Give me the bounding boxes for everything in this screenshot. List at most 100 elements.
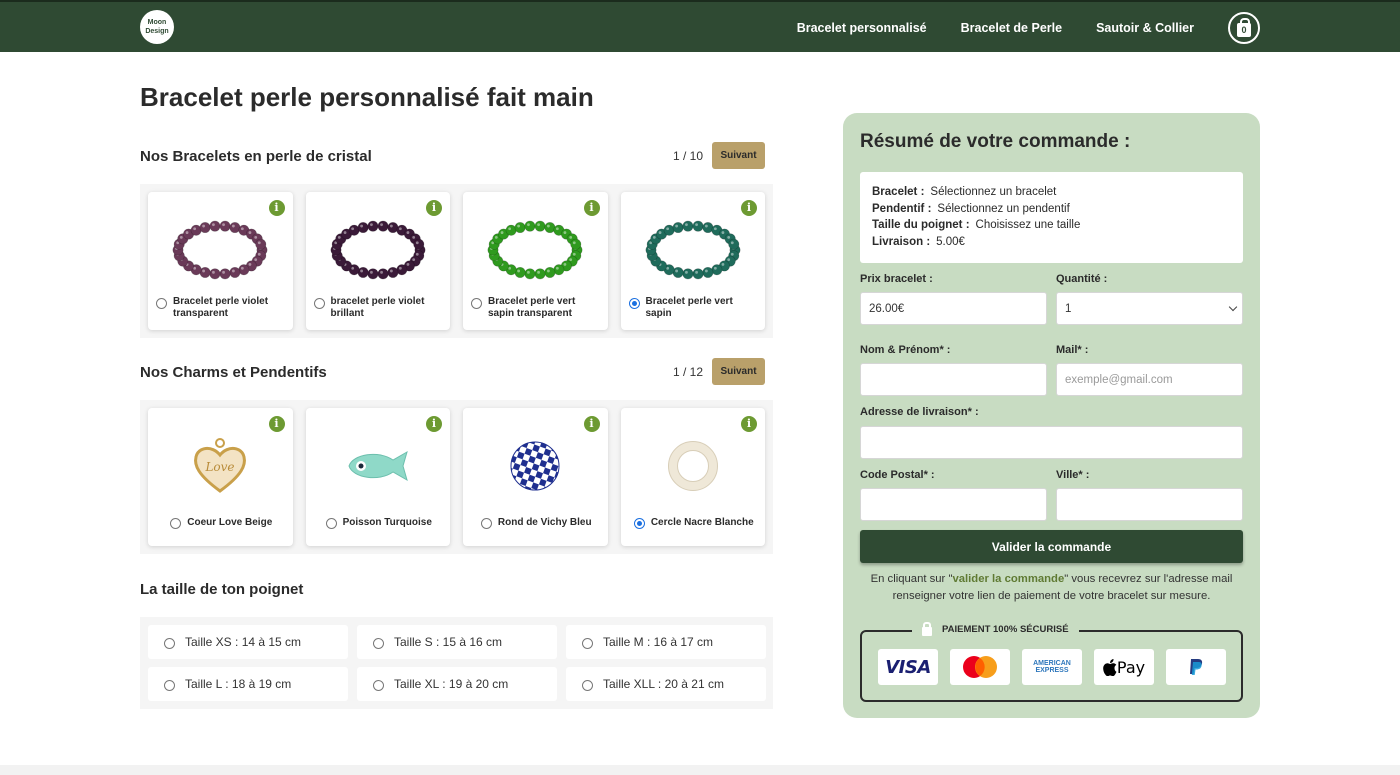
size-option-s[interactable]: Taille S : 15 à 16 cm bbox=[357, 625, 557, 659]
zip-input[interactable] bbox=[860, 488, 1047, 521]
charms-title: Nos Charms et Pendentifs bbox=[140, 364, 327, 381]
charm-option[interactable]: Rond de Vichy Bleu bbox=[471, 516, 602, 529]
amex-logo: AMERICAN EXPRESS bbox=[1022, 649, 1082, 685]
size-option-m[interactable]: Taille M : 16 à 17 cm bbox=[566, 625, 766, 659]
charm-option[interactable]: Poisson Turquoise bbox=[314, 516, 445, 529]
size-option-xl[interactable]: Taille XL : 19 à 20 cm bbox=[357, 667, 557, 701]
page-title: Bracelet perle personnalisé fait main bbox=[140, 82, 594, 112]
size-radio[interactable] bbox=[582, 637, 593, 649]
footer-strip bbox=[0, 765, 1400, 775]
bead-highlight bbox=[369, 270, 373, 274]
bead-highlight bbox=[537, 223, 541, 227]
bead-highlight bbox=[527, 270, 531, 274]
bracelet-card[interactable]: i Bracelet perle vert sapin transparent bbox=[463, 192, 608, 330]
bracelets-next-button[interactable]: Suivant bbox=[712, 142, 765, 169]
validate-order-button[interactable]: Valider la commande bbox=[860, 530, 1243, 563]
mail-input[interactable]: exemple@gmail.com bbox=[1056, 363, 1243, 396]
bracelet-option[interactable]: Bracelet perle vert sapin transparent bbox=[471, 296, 602, 319]
mail-label: Mail* : bbox=[1056, 344, 1089, 356]
bead-highlight bbox=[193, 227, 197, 231]
bracelet-option[interactable]: Bracelet perle vert sapin bbox=[628, 296, 760, 319]
bead-highlight bbox=[517, 224, 521, 228]
charms-grid: i Love Coeur Love Beige i Poisson Turquo… bbox=[140, 400, 773, 554]
size-radio[interactable] bbox=[164, 679, 175, 691]
charm-radio[interactable] bbox=[480, 518, 492, 529]
size-option-xll[interactable]: Taille XLL : 20 à 21 cm bbox=[566, 667, 766, 701]
bracelet-card[interactable]: i Bracelet perle violet transparent bbox=[148, 192, 293, 330]
bead-highlight bbox=[398, 266, 402, 270]
charms-pager: 1 / 12 bbox=[672, 365, 703, 379]
city-label: Ville* : bbox=[1056, 469, 1090, 481]
size-radio[interactable] bbox=[373, 637, 384, 649]
size-option-xs[interactable]: Taille XS : 14 à 15 cm bbox=[148, 625, 348, 659]
bead-highlight bbox=[350, 227, 354, 231]
bracelets-header: Nos Bracelets en perle de cristal 1 / 10… bbox=[140, 142, 765, 170]
bead-highlight bbox=[241, 227, 245, 231]
quantity-label: Quantité : bbox=[1056, 273, 1108, 285]
charm-radio[interactable] bbox=[325, 518, 337, 529]
bead-highlight bbox=[658, 231, 662, 234]
bracelet-label: bracelet perle violet brillant bbox=[330, 296, 425, 319]
size-radio[interactable] bbox=[164, 637, 175, 649]
bracelet-image bbox=[306, 210, 451, 290]
charm-card[interactable]: i Rond de Vichy Bleu bbox=[463, 408, 608, 546]
charm-radio[interactable] bbox=[170, 518, 182, 529]
address-label: Adresse de livraison* : bbox=[860, 406, 979, 418]
bead-highlight bbox=[573, 252, 576, 256]
apple-icon bbox=[1103, 658, 1117, 676]
name-input[interactable] bbox=[860, 363, 1047, 396]
bead bbox=[255, 238, 267, 250]
bracelet-radio[interactable] bbox=[156, 298, 167, 309]
charms-next-button[interactable]: Suivant bbox=[712, 358, 765, 385]
secure-payment-label: PAIEMENT 100% SÉCURISÉ bbox=[912, 622, 1079, 636]
charm-option[interactable]: Cercle Nacre Blanche bbox=[629, 516, 760, 529]
price-label: Prix bracelet : bbox=[860, 273, 933, 285]
charm-card[interactable]: i Cercle Nacre Blanche bbox=[620, 408, 766, 546]
bead-highlight bbox=[232, 269, 236, 273]
charm-radio[interactable] bbox=[633, 518, 645, 529]
cart-button[interactable]: 0 bbox=[1228, 12, 1260, 44]
charm-label: Coeur Love Beige bbox=[187, 516, 273, 528]
charm-option[interactable]: Coeur Love Beige bbox=[156, 516, 287, 529]
bead-highlight bbox=[517, 269, 521, 273]
bead-highlight bbox=[180, 235, 183, 239]
bracelet-option[interactable]: bracelet perle violet brillant bbox=[313, 296, 445, 319]
charm-card[interactable]: i Love Coeur Love Beige bbox=[148, 408, 293, 546]
bracelets-grid: i Bracelet perle violet transparent i br… bbox=[140, 184, 773, 338]
bead-highlight bbox=[406, 263, 410, 266]
bead bbox=[199, 222, 211, 234]
bracelet-radio[interactable] bbox=[628, 298, 640, 309]
bracelet-card[interactable]: i Bracelet perle vert sapin bbox=[620, 192, 765, 330]
size-option-l[interactable]: Taille L : 18 à 19 cm bbox=[148, 667, 348, 701]
quantity-select[interactable]: 1 bbox=[1056, 292, 1243, 325]
bead-highlight bbox=[222, 270, 226, 274]
bead-highlight bbox=[674, 224, 678, 228]
bracelet-option[interactable]: Bracelet perle violet transparent bbox=[156, 296, 287, 319]
charm-card[interactable]: i Poisson Turquoise bbox=[305, 408, 450, 546]
charm-engraving: Love bbox=[205, 460, 235, 474]
bead-highlight bbox=[556, 227, 560, 231]
bead-highlight bbox=[556, 266, 560, 270]
nav-bracelet-de-perle[interactable]: Bracelet de Perle bbox=[961, 21, 1062, 35]
bead bbox=[367, 268, 379, 280]
nav-bracelet-personnalise[interactable]: Bracelet personnalisé bbox=[797, 21, 927, 35]
city-input[interactable] bbox=[1056, 488, 1243, 521]
nav-sautoir-collier[interactable]: Sautoir & Collier bbox=[1096, 21, 1194, 35]
zip-label: Code Postal* : bbox=[860, 469, 935, 481]
site-logo[interactable]: Moon Design bbox=[140, 10, 174, 44]
bead-highlight bbox=[389, 269, 393, 273]
size-label: Taille XS : 14 à 15 cm bbox=[185, 635, 302, 649]
bracelet-radio[interactable] bbox=[313, 298, 325, 309]
size-radio[interactable] bbox=[582, 679, 593, 691]
bead-highlight bbox=[258, 241, 261, 245]
bracelet-radio[interactable] bbox=[471, 298, 482, 309]
charms-header: Nos Charms et Pendentifs 1 / 12 Suivant bbox=[140, 358, 765, 386]
address-input[interactable] bbox=[860, 426, 1243, 459]
size-radio[interactable] bbox=[373, 679, 384, 691]
bead bbox=[524, 268, 536, 280]
bracelet-card[interactable]: i bracelet perle violet brillant bbox=[305, 192, 451, 330]
summary-pendentif: Pendentif : Sélectionnez un pendentif bbox=[872, 202, 1070, 215]
shopping-bag-icon: 0 bbox=[1237, 18, 1251, 37]
charm-nacre-image bbox=[621, 426, 766, 506]
bead-highlight bbox=[412, 235, 415, 239]
